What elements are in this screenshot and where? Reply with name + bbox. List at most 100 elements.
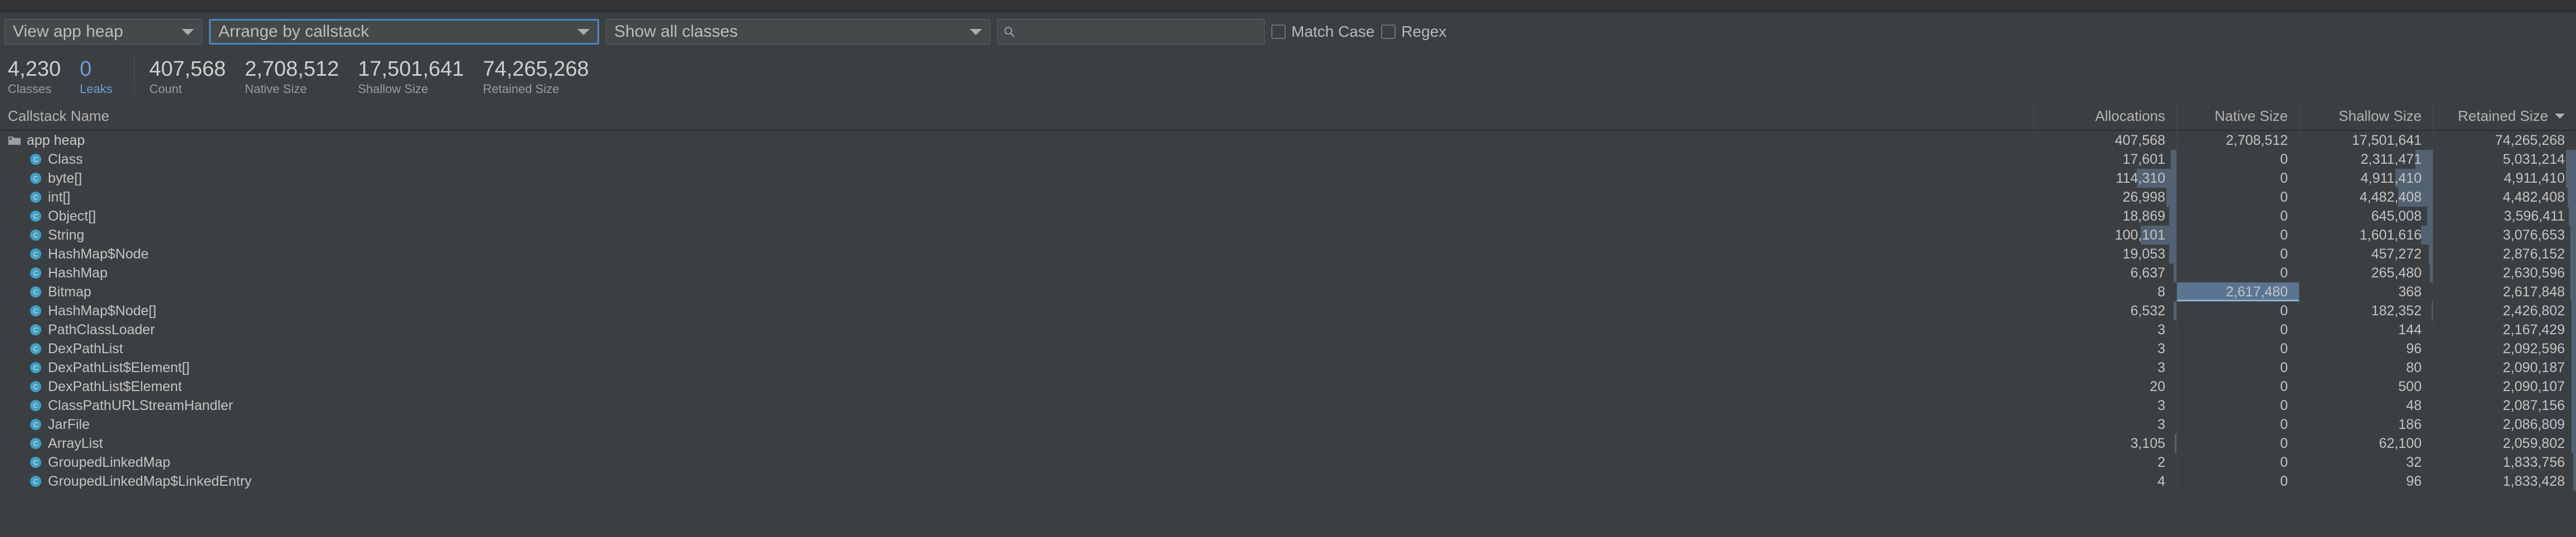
- table-cell-callstack-name[interactable]: C Bitmap: [0, 282, 2034, 301]
- value-bar: [2572, 320, 2576, 339]
- value-bar: [2573, 453, 2576, 472]
- table-cell-allocations: 3: [2034, 320, 2177, 339]
- table-cell-callstack-name[interactable]: C PathClassLoader: [0, 320, 2034, 339]
- column-header-callstack-name[interactable]: Callstack Name: [0, 101, 2034, 130]
- table-cell-value: 0: [2280, 397, 2288, 413]
- table-cell-value: 645,008: [2371, 208, 2422, 224]
- table-cell-callstack-name[interactable]: C DexPathList$Element[]: [0, 358, 2034, 377]
- table-cell-value: 1,833,756: [2502, 454, 2565, 470]
- table-row[interactable]: C Bitmap 8 2,617,480 368 2,617,848: [0, 282, 2576, 301]
- table-cell-retained-size: 2,090,187: [2433, 358, 2576, 377]
- table-cell-value: 4,482,408: [2502, 189, 2565, 205]
- table-cell-native-size: 0: [2177, 339, 2300, 358]
- search-input[interactable]: [997, 19, 1265, 45]
- svg-text:C: C: [33, 289, 38, 296]
- heap-select[interactable]: View app heap: [4, 19, 202, 45]
- column-header-allocations[interactable]: Allocations: [2034, 101, 2177, 130]
- value-bar: [2570, 245, 2576, 263]
- value-bar: [2428, 245, 2433, 263]
- table-row[interactable]: C GroupedLinkedMap$LinkedEntry 4 0 96 1,833,4…: [0, 472, 2576, 491]
- svg-text:C: C: [33, 232, 38, 240]
- table-cell-native-size: 0: [2177, 150, 2300, 169]
- classes-filter-select[interactable]: Show all classes: [606, 19, 990, 45]
- column-header-retained-size-label: Retained Size: [2458, 107, 2548, 124]
- value-bar: [2166, 188, 2176, 207]
- svg-text:C: C: [33, 175, 38, 183]
- column-header-shallow-size[interactable]: Shallow Size: [2300, 101, 2433, 130]
- table-row[interactable]: Cint[] 26,998 0 4,482,408 4,482,408: [0, 188, 2576, 207]
- table-cell-allocations: 6,532: [2034, 301, 2177, 320]
- stat-leaks-label: Leaks: [80, 82, 113, 96]
- table-cell-callstack-name[interactable]: C JarFile: [0, 415, 2034, 434]
- table-row-label: Object[]: [48, 208, 96, 224]
- table-cell-native-size: 2,617,480: [2177, 282, 2300, 301]
- table-row[interactable]: C ArrayList 3,105 0 62,100 2,059,802: [0, 434, 2576, 453]
- table-row[interactable]: C Object[] 18,869 0 645,008 3,596,411: [0, 207, 2576, 226]
- table-cell-value: 18,869: [2122, 208, 2165, 224]
- table-cell-native-size: 2,708,512: [2177, 131, 2300, 150]
- column-header-retained-size[interactable]: Retained Size: [2433, 101, 2576, 130]
- table-cell-shallow-size: 645,008: [2300, 207, 2433, 226]
- arrange-select[interactable]: Arrange by callstack: [209, 19, 599, 45]
- value-bar: [2572, 377, 2576, 396]
- table-cell-retained-size: 4,482,408: [2433, 188, 2576, 207]
- column-header-native-size[interactable]: Native Size: [2177, 101, 2300, 130]
- class-icon: C: [30, 192, 41, 203]
- table-cell-callstack-name[interactable]: Cbyte[]: [0, 169, 2034, 188]
- table-cell-value: 4,482,408: [2359, 189, 2422, 205]
- table-row[interactable]: app heap 407,568 2,708,512 17,501,641 74,265…: [0, 131, 2576, 150]
- table-body[interactable]: app heap 407,568 2,708,512 17,501,641 74,265…: [0, 131, 2576, 537]
- table-cell-allocations: 4: [2034, 472, 2177, 491]
- class-icon: C: [30, 343, 41, 354]
- value-bar: [2427, 207, 2433, 226]
- stat-leaks[interactable]: 0 Leaks: [80, 57, 132, 97]
- table-row[interactable]: C DexPathList$Element[] 3 0 80 2,090,187: [0, 358, 2576, 377]
- table-cell-value: 0: [2280, 265, 2288, 281]
- table-cell-value: 182,352: [2371, 302, 2422, 319]
- table-row[interactable]: C PathClassLoader 3 0 144 2,167,429: [0, 320, 2576, 339]
- table-cell-callstack-name[interactable]: C HashMap$Node[]: [0, 301, 2034, 320]
- table-header-row: Callstack Name Allocations Native Size S…: [0, 101, 2576, 131]
- table-row[interactable]: C ClassPathURLStreamHandler 3 0 48 2,087,156: [0, 396, 2576, 415]
- svg-text:C: C: [33, 402, 38, 410]
- table-row[interactable]: C DexPathList$Element 20 0 500 2,090,107: [0, 377, 2576, 396]
- table-cell-callstack-name[interactable]: C HashMap: [0, 263, 2034, 282]
- table-cell-value: 2: [2157, 454, 2165, 470]
- table-cell-retained-size: 2,086,809: [2433, 415, 2576, 434]
- table-cell-value: 0: [2280, 321, 2288, 338]
- table-row[interactable]: C HashMap 6,637 0 265,480 2,630,596: [0, 263, 2576, 282]
- table-cell-callstack-name[interactable]: C GroupedLinkedMap$LinkedEntry: [0, 472, 2034, 491]
- class-icon: C: [30, 438, 41, 449]
- table-row[interactable]: C HashMap$Node 19,053 0 457,272 2,876,152: [0, 245, 2576, 263]
- table-row[interactable]: C Class 17,601 0 2,311,471 5,031,214: [0, 150, 2576, 169]
- table-cell-shallow-size: 48: [2300, 396, 2433, 415]
- table-row[interactable]: C GroupedLinkedMap 2 0 32 1,833,756: [0, 453, 2576, 472]
- table-cell-shallow-size: 62,100: [2300, 434, 2433, 453]
- table-cell-callstack-name[interactable]: C DexPathList$Element: [0, 377, 2034, 396]
- regex-checkbox[interactable]: Regex: [1381, 23, 1446, 41]
- match-case-checkbox[interactable]: Match Case: [1271, 23, 1374, 41]
- table-row[interactable]: C DexPathList 3 0 96 2,092,596: [0, 339, 2576, 358]
- table-cell-callstack-name[interactable]: C DexPathList: [0, 339, 2034, 358]
- table-cell-retained-size: 2,059,802: [2433, 434, 2576, 453]
- table-cell-callstack-name[interactable]: C Class: [0, 150, 2034, 169]
- table-cell-callstack-name[interactable]: C String: [0, 226, 2034, 245]
- table-row[interactable]: C String 100,101 0 1,601,616 3,076,653: [0, 226, 2576, 245]
- value-bar: [2569, 207, 2576, 226]
- table-row-label: Class: [48, 151, 83, 167]
- value-bar: [2567, 188, 2576, 207]
- table-cell-callstack-name[interactable]: app heap: [0, 131, 2034, 150]
- folder-icon: [8, 136, 21, 145]
- table-row[interactable]: C HashMap$Node[] 6,532 0 182,352 2,426,802: [0, 301, 2576, 320]
- table-cell-callstack-name[interactable]: C ArrayList: [0, 434, 2034, 453]
- table-cell-callstack-name[interactable]: C Object[]: [0, 207, 2034, 226]
- table-cell-callstack-name[interactable]: Cint[]: [0, 188, 2034, 207]
- table-cell-value: 8: [2157, 284, 2165, 300]
- table-row[interactable]: Cbyte[] 114,310 0 4,911,410 4,911,410: [0, 169, 2576, 188]
- table-row[interactable]: C JarFile 3 0 186 2,086,809: [0, 415, 2576, 434]
- table-cell-callstack-name[interactable]: C HashMap$Node: [0, 245, 2034, 263]
- table-cell-callstack-name[interactable]: C GroupedLinkedMap: [0, 453, 2034, 472]
- table-cell-value: 0: [2280, 378, 2288, 394]
- checkbox-square-icon: [1271, 25, 1286, 39]
- table-cell-callstack-name[interactable]: C ClassPathURLStreamHandler: [0, 396, 2034, 415]
